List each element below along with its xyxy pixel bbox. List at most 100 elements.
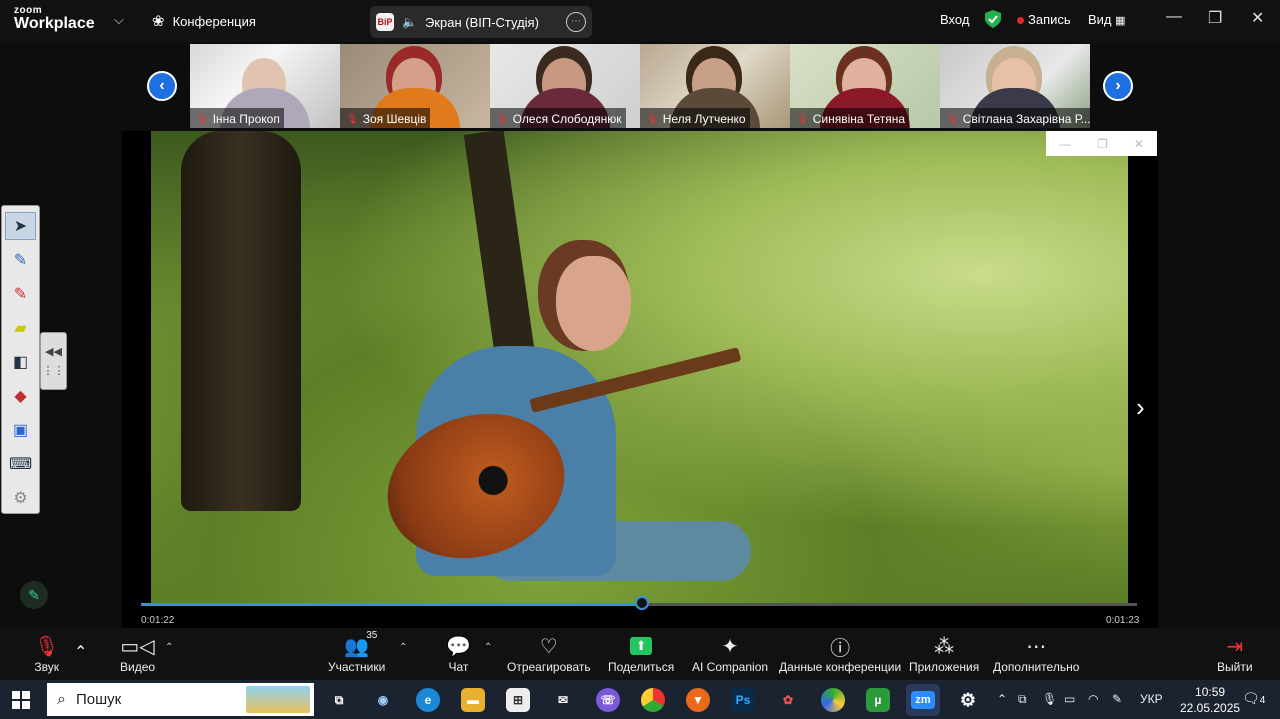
strip-next-button[interactable]: ›	[1103, 71, 1133, 101]
participant-tile[interactable]: 🎙 Зоя Шевців	[340, 44, 490, 128]
zoom-logo: zoom Workplace	[14, 6, 95, 32]
language-indicator[interactable]: УКР	[1140, 692, 1163, 706]
apps-button[interactable]: ⁂ Приложения	[909, 632, 979, 675]
screen-share-label: Экран (ВІП-Студія)	[424, 14, 539, 30]
participant-tile[interactable]: 🎙 Синявіна Тетяна	[790, 44, 940, 128]
shared-video[interactable]	[151, 131, 1128, 604]
security-shield-icon[interactable]	[985, 10, 1001, 31]
meeting-info-button[interactable]: ⓘ Данные конференции	[779, 632, 901, 675]
steam-icon[interactable]: ◉	[371, 688, 395, 712]
pen-red-icon[interactable]: ✎	[5, 280, 36, 308]
gift-app-icon[interactable]: ✿	[776, 688, 800, 712]
participant-name: 🎙 Інна Прокоп	[190, 108, 284, 128]
highlighter-icon[interactable]: ▰	[5, 314, 36, 342]
participant-tile[interactable]: 🎙 Світлана Захарівна Р...	[940, 44, 1090, 128]
view-button[interactable]: Вид ▦	[1088, 12, 1126, 27]
participants-button[interactable]: 👥 35 Участники	[328, 630, 385, 674]
participant-tile[interactable]: 🎙 Неля Лутченко	[640, 44, 790, 128]
audio-button[interactable]: 🎙 Звук	[34, 632, 59, 675]
more-options-icon[interactable]: ⋯	[566, 12, 586, 32]
settings-gear-icon[interactable]: ⚙	[5, 484, 36, 512]
minimize-icon[interactable]: —	[1166, 8, 1182, 26]
mini-window-controls[interactable]: — ❐ ✕	[1046, 131, 1157, 156]
eraser-icon[interactable]: ◧	[5, 348, 36, 376]
close-icon[interactable]: ✕	[1251, 8, 1264, 28]
video-button[interactable]: ▭◁ Видео	[120, 632, 155, 675]
windows-start-icon[interactable]	[12, 691, 30, 709]
edge-icon[interactable]: e	[416, 688, 440, 712]
pen-icon[interactable]: ✎	[5, 246, 36, 274]
caret-up-icon[interactable]: ⌃	[484, 642, 492, 653]
participants-icon: 👥 35	[344, 630, 378, 658]
brave-icon[interactable]: ▼	[686, 688, 710, 712]
drive-icon[interactable]	[821, 688, 845, 712]
chrome-icon[interactable]	[641, 688, 665, 712]
search-icon: ⌕	[57, 690, 66, 708]
battery-icon[interactable]: ▭	[1064, 692, 1075, 706]
select-arrow-icon[interactable]: ➤	[5, 212, 36, 240]
chat-button[interactable]: 💬 Чат	[446, 632, 471, 675]
ai-companion-button[interactable]: ✦ AI Companion	[692, 632, 768, 675]
signin-button[interactable]: Вход	[940, 12, 969, 27]
video-camera-icon: ▭◁	[120, 635, 155, 658]
annotation-toolbox: ➤ ✎ ✎ ▰ ◧ ◆ ▣ ⌨ ⚙	[1, 205, 40, 514]
wifi-icon[interactable]: ◠	[1088, 692, 1098, 706]
seekbar-knob[interactable]	[634, 596, 649, 610]
tray-app-icon[interactable]: ⧉	[1018, 692, 1027, 707]
mail-icon[interactable]: ✉	[551, 688, 575, 712]
leave-icon: ⇥	[1226, 635, 1244, 658]
store-icon[interactable]: ⊞	[506, 688, 530, 712]
pen-tray-icon[interactable]: ✎	[1112, 692, 1122, 706]
share-label: Поделиться	[608, 660, 675, 674]
minimize-icon[interactable]: —	[1059, 137, 1071, 151]
participant-tile[interactable]: 🎙 Олеся Слободянюк	[490, 44, 640, 128]
notifications-icon[interactable]: 🗨4	[1242, 690, 1265, 707]
caret-up-icon[interactable]: ⌃	[399, 642, 407, 653]
participant-name: 🎙 Зоя Шевців	[340, 108, 431, 128]
shape-eraser-icon[interactable]: ◆	[5, 382, 36, 410]
restore-icon[interactable]: ❐	[1097, 137, 1108, 151]
leave-button[interactable]: ⇥ Выйти	[1217, 632, 1253, 675]
taskbar-search[interactable]: ⌕ Пошук	[47, 683, 314, 716]
chevron-down-icon[interactable]: ⌵	[114, 12, 124, 28]
share-button[interactable]: ⬆ Поделиться	[608, 632, 674, 674]
keyboard-icon[interactable]: ⌨	[5, 450, 36, 478]
annotate-pencil-button[interactable]: ✎	[20, 581, 48, 609]
next-arrow-icon[interactable]: ›	[1136, 392, 1145, 423]
restore-icon[interactable]: ❐	[1208, 8, 1222, 28]
participant-tile[interactable]: 🎙 Інна Прокоп	[190, 44, 340, 128]
caret-up-icon[interactable]: ⌃	[165, 642, 173, 653]
record-label: Запись	[1028, 12, 1071, 27]
viber-icon[interactable]: ☏	[596, 688, 620, 712]
tree-trunk	[181, 131, 301, 511]
view-label: Вид	[1088, 12, 1112, 27]
video-seekbar[interactable]	[141, 596, 1137, 610]
utorrent-icon[interactable]: µ	[866, 688, 890, 712]
seekbar-progress	[141, 603, 642, 606]
zoom-taskbar-icon[interactable]: zm	[906, 684, 940, 716]
toolbox-collapse-handle[interactable]: ◀◀ ⋮⋮	[40, 332, 67, 390]
react-button[interactable]: ♡ Отреагировать	[507, 632, 591, 675]
react-label: Отреагировать	[507, 660, 591, 674]
meeting-toolbar: 🎙 Звук ⌃ ▭◁ Видео ⌃ 👥 35 Участники ⌃ 💬 Ча…	[0, 628, 1280, 680]
more-button[interactable]: ⋯ Дополнительно	[993, 632, 1079, 675]
strip-prev-button[interactable]: ‹	[147, 71, 177, 101]
record-button[interactable]: Запись	[1017, 12, 1071, 27]
file-explorer-icon[interactable]: ▬	[461, 688, 485, 712]
caret-up-icon[interactable]: ⌃	[74, 642, 87, 662]
mic-muted-icon: 🎙	[946, 113, 959, 125]
settings-icon[interactable]: ⚙	[956, 688, 980, 712]
clock[interactable]: 10:59 22.05.2025	[1180, 684, 1240, 716]
screen-share-pill[interactable]: BiP 🔈 Экран (ВІП-Студія) ⋯	[370, 6, 592, 38]
meeting-menu[interactable]: ❀ Конференция	[152, 12, 256, 30]
meeting-label: Конференция	[172, 13, 256, 29]
tray-chevron-icon[interactable]: ⌃	[997, 692, 1007, 706]
close-icon[interactable]: ✕	[1134, 137, 1144, 151]
microphone-icon[interactable]: 🎙	[1042, 692, 1057, 706]
note-icon[interactable]: ▣	[5, 416, 36, 444]
task-view-icon[interactable]: ⧉	[327, 688, 351, 712]
logo-bottom-text: Workplace	[14, 15, 95, 32]
heart-icon: ♡	[539, 635, 558, 658]
photoshop-icon[interactable]: Ps	[731, 688, 755, 712]
grip-icon: ⋮⋮	[42, 365, 65, 377]
